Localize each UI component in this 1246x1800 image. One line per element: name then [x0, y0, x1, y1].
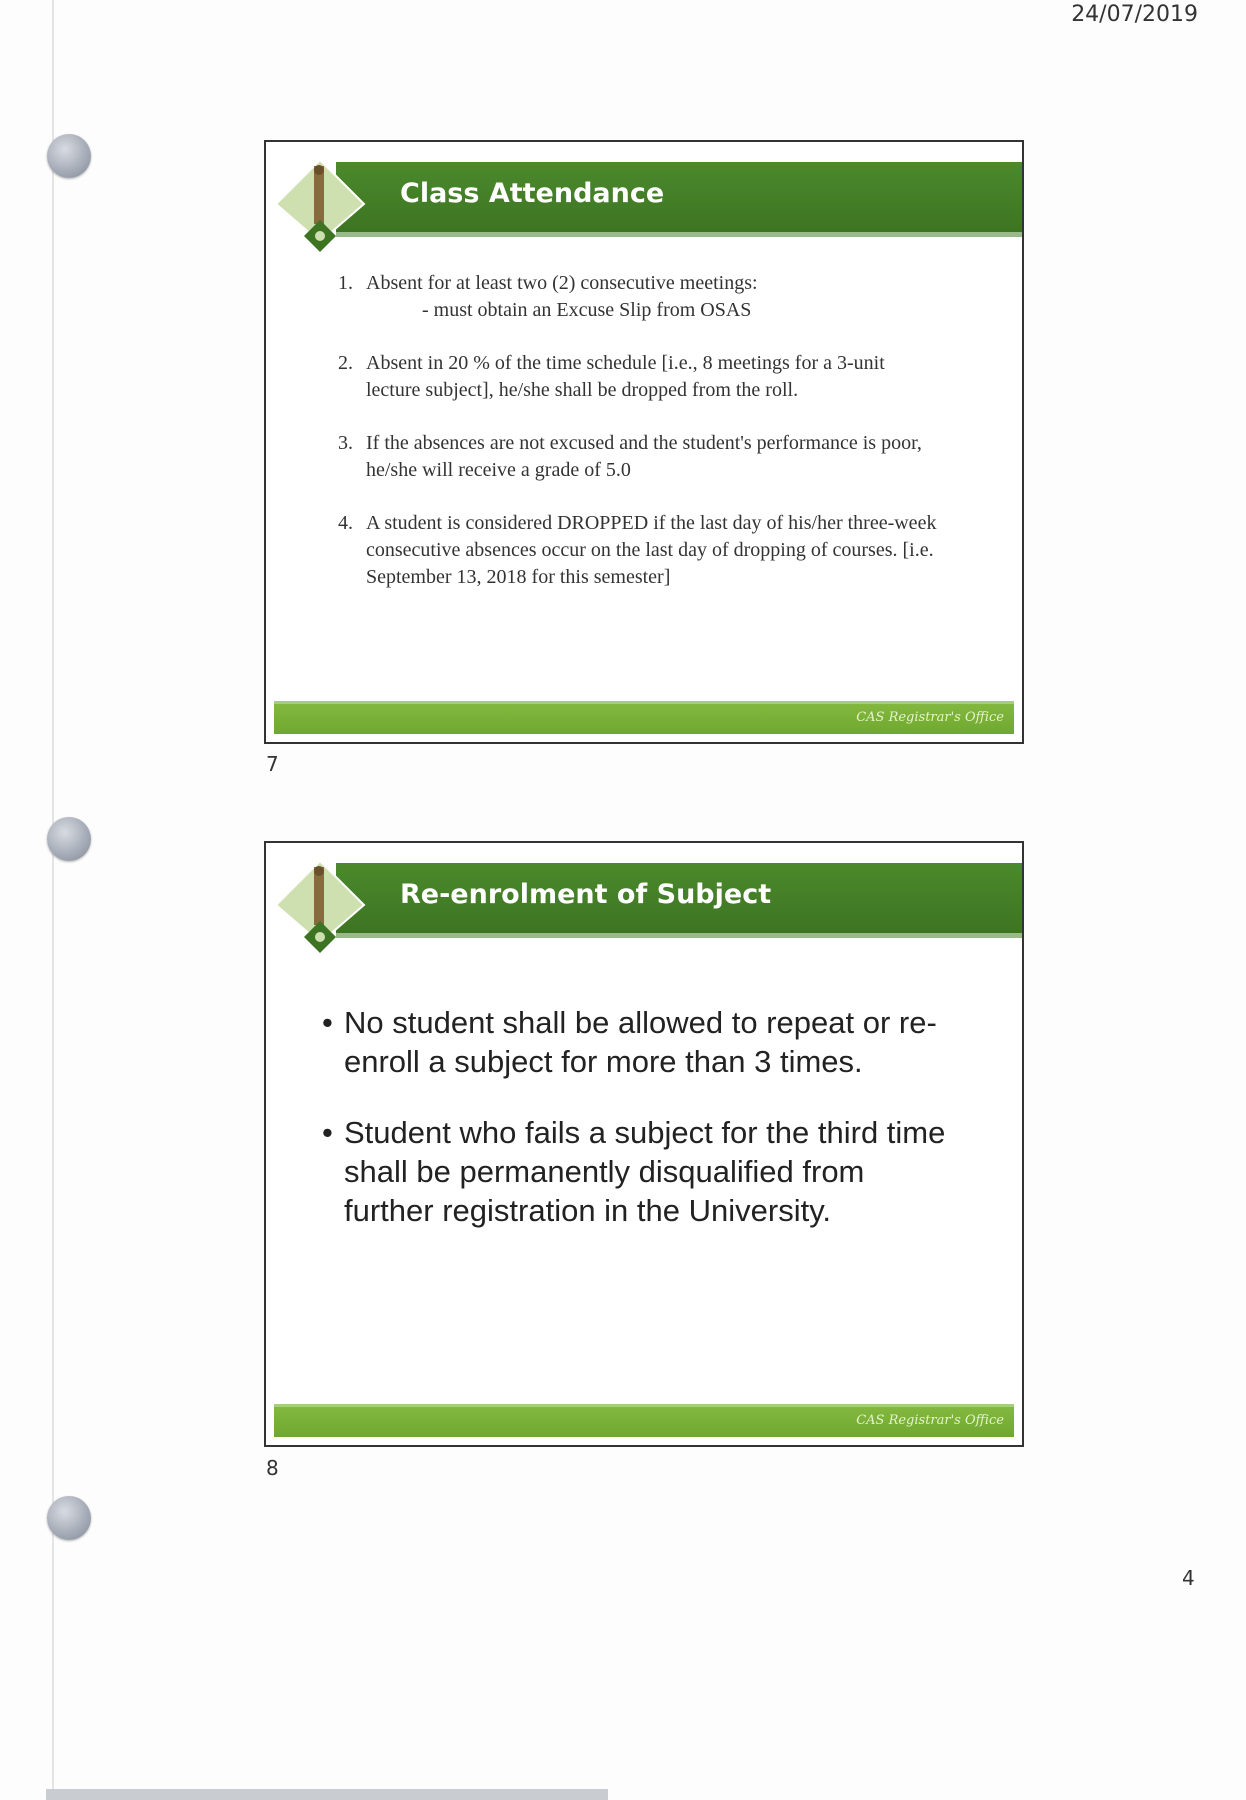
list-item: 4. A student is considered DROPPED if the…	[338, 510, 938, 591]
list-item: 2. Absent in 20 % of the time schedule [i…	[338, 350, 938, 404]
slide-title: Class Attendance	[400, 178, 665, 209]
list-item: • No student shall be allowed to repeat o…	[322, 1003, 962, 1081]
item-text: A student is considered DROPPED if the l…	[366, 512, 937, 588]
slide-footer-text: CAS Registrar's Office	[856, 1413, 1004, 1428]
print-date: 24/07/2019	[1071, 2, 1198, 27]
slide-number: 7	[266, 752, 279, 776]
slide-footer-text: CAS Registrar's Office	[856, 710, 1004, 725]
university-emblem-icon	[274, 859, 366, 953]
item-text: Student who fails a subject for the thir…	[344, 1115, 946, 1228]
item-text: If the absences are not excused and the …	[366, 432, 922, 481]
list-item: 1. Absent for at least two (2) consecutiv…	[338, 270, 938, 324]
item-text: Absent in 20 % of the time schedule [i.e…	[366, 352, 885, 401]
slide-class-attendance: Class Attendance 1. Absent for at least t…	[264, 140, 1024, 744]
bullet-icon: •	[322, 1005, 333, 1040]
slide-title-bar: Class Attendance	[336, 162, 1022, 237]
binder-hole-icon	[47, 134, 91, 178]
scan-edge-bar	[46, 1789, 608, 1800]
slide-footer-bar: CAS Registrar's Office	[274, 1404, 1014, 1437]
slide-footer-bar: CAS Registrar's Office	[274, 701, 1014, 734]
binder-hole-icon	[47, 1496, 91, 1540]
item-text: No student shall be allowed to repeat or…	[344, 1005, 937, 1079]
item-number: 4.	[338, 512, 353, 534]
slide-title: Re-enrolment of Subject	[400, 879, 772, 910]
list-item: • Student who fails a subject for the thi…	[322, 1113, 962, 1230]
binder-hole-icon	[47, 817, 91, 861]
page-number: 4	[1182, 1566, 1195, 1590]
slide-re-enrolment: Re-enrolment of Subject • No student shal…	[264, 841, 1024, 1447]
item-number: 3.	[338, 432, 353, 454]
bullet-icon: •	[322, 1115, 333, 1150]
list-item: 3. If the absences are not excused and th…	[338, 430, 938, 484]
slide-title-bar: Re-enrolment of Subject	[336, 863, 1022, 938]
university-emblem-icon	[274, 158, 366, 252]
item-subtext: - must obtain an Excuse Slip from OSAS	[422, 299, 752, 321]
re-enrolment-rules-list: • No student shall be allowed to repeat o…	[322, 1003, 962, 1262]
attendance-rules-list: 1. Absent for at least two (2) consecutiv…	[338, 270, 938, 617]
item-text: Absent for at least two (2) consecutive …	[366, 272, 758, 294]
item-number: 2.	[338, 352, 353, 374]
item-number: 1.	[338, 272, 353, 294]
slide-number: 8	[266, 1456, 279, 1480]
